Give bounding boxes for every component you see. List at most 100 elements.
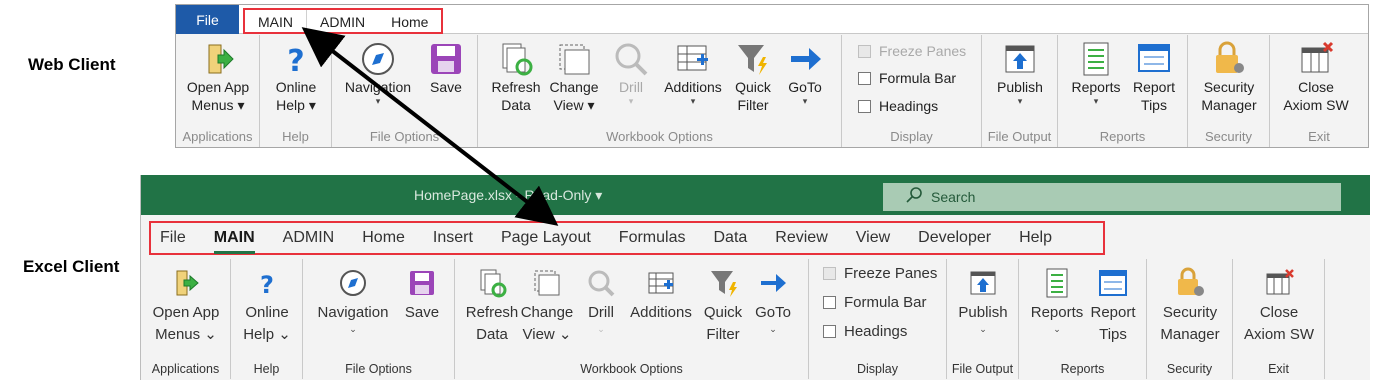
excel-group-label-reports: Reports: [1060, 362, 1105, 376]
excel-change-view-button[interactable]: Change View ⌄: [519, 265, 575, 345]
drill-icon: [583, 265, 619, 301]
web-save-button[interactable]: Save: [420, 41, 472, 95]
filter-icon: [705, 265, 741, 301]
excel-publish-button[interactable]: Publish ⌄: [953, 265, 1013, 335]
menu-formulas[interactable]: Formulas: [619, 229, 686, 247]
web-additions-button[interactable]: Additions ▾: [660, 41, 726, 107]
save-icon: [404, 265, 440, 301]
excel-title-bar: HomePage.xlsx - Read-Only ▾ Search: [141, 175, 1370, 215]
question-icon: ?: [249, 265, 285, 301]
excel-drill-button[interactable]: Drill ⌄: [577, 265, 625, 335]
excel-ribbon: Open App Menus ⌄ Applications ? Online H…: [141, 259, 1370, 379]
excel-close-axiom-button[interactable]: Close Axiom SW: [1239, 265, 1319, 345]
menu-admin[interactable]: ADMIN: [283, 229, 335, 247]
web-ribbon: Open App Menus ▾ Applications ? Online H…: [176, 35, 1368, 147]
excel-formula-bar-checkbox[interactable]: Formula Bar: [823, 294, 927, 311]
web-group-workbook-options: Refresh Data Change View ▾ Drill ▾ Addit…: [478, 35, 842, 147]
compass-icon: [335, 265, 371, 301]
reports-icon: [1039, 265, 1075, 301]
web-group-label-exit: Exit: [1308, 129, 1330, 144]
excel-report-tips-button[interactable]: Report Tips: [1087, 265, 1139, 345]
web-freeze-panes-checkbox[interactable]: Freeze Panes: [858, 43, 966, 59]
menu-help[interactable]: Help: [1019, 229, 1052, 247]
excel-freeze-panes-checkbox[interactable]: Freeze Panes: [823, 265, 937, 282]
excel-group-exit: Close Axiom SW Exit: [1233, 259, 1325, 379]
excel-reports-button[interactable]: Reports ⌄: [1027, 265, 1087, 335]
web-goto-button[interactable]: GoTo ▾: [782, 41, 828, 107]
excel-headings-checkbox[interactable]: Headings: [823, 323, 907, 340]
excel-navigation-button[interactable]: Navigation ⌄: [313, 265, 393, 335]
web-drill-button[interactable]: Drill ▾: [606, 41, 656, 107]
change-view-icon: [529, 265, 565, 301]
web-tab-main[interactable]: MAIN: [245, 10, 307, 32]
search-box[interactable]: Search: [883, 183, 1341, 211]
menu-main[interactable]: MAIN: [213, 229, 255, 254]
refresh-icon: [474, 265, 510, 301]
excel-save-button[interactable]: Save: [397, 265, 447, 323]
web-group-display: Freeze Panes Formula Bar Headings Displa…: [842, 35, 982, 147]
excel-group-workbook-options: Refresh Data Change View ⌄ Drill ⌄ Addit…: [455, 259, 809, 379]
web-tab-home[interactable]: Home: [378, 10, 441, 32]
search-placeholder: Search: [931, 189, 976, 205]
web-open-app-menus-button[interactable]: Open App Menus ▾: [182, 41, 254, 113]
web-group-label-workbook-options: Workbook Options: [606, 129, 713, 144]
menu-data[interactable]: Data: [713, 229, 747, 247]
menu-view[interactable]: View: [856, 229, 890, 247]
excel-refresh-data-button[interactable]: Refresh Data: [463, 265, 521, 345]
menu-review[interactable]: Review: [775, 229, 827, 247]
publish-icon: [965, 265, 1001, 301]
excel-quick-filter-button[interactable]: Quick Filter: [699, 265, 747, 345]
web-tab-bar: File MAIN ADMIN Home: [176, 5, 1368, 34]
web-group-label-reports: Reports: [1099, 129, 1146, 144]
question-icon: ?: [278, 41, 314, 77]
compass-icon: [360, 41, 396, 77]
close-icon: [1298, 41, 1334, 77]
excel-security-manager-button[interactable]: Security Manager: [1153, 265, 1227, 345]
web-change-view-button[interactable]: Change View ▾: [546, 41, 602, 113]
web-tabs-highlight: MAIN ADMIN Home: [243, 8, 444, 34]
web-online-help-button[interactable]: ? Online Help ▾: [266, 41, 326, 113]
web-security-manager-button[interactable]: Security Manager: [1194, 41, 1264, 113]
web-tab-admin[interactable]: ADMIN: [307, 10, 378, 32]
web-publish-button[interactable]: Publish ▾: [988, 41, 1052, 107]
web-group-exit: Close Axiom SW Exit: [1270, 35, 1368, 147]
excel-group-label-file-options: File Options: [345, 362, 412, 376]
menu-page-layout[interactable]: Page Layout: [501, 229, 591, 247]
refresh-icon: [498, 41, 534, 77]
excel-group-security: Security Manager Security: [1147, 259, 1233, 379]
report-tips-icon: [1136, 41, 1172, 77]
menu-developer[interactable]: Developer: [918, 229, 991, 247]
web-client-label: Web Client: [28, 55, 116, 74]
excel-additions-button[interactable]: Additions: [625, 265, 697, 323]
change-view-icon: [556, 41, 592, 77]
document-title[interactable]: HomePage.xlsx - Read-Only ▾: [414, 187, 602, 204]
publish-icon: [1002, 41, 1038, 77]
excel-goto-button[interactable]: GoTo ⌄: [749, 265, 797, 335]
excel-online-help-button[interactable]: ? Online Help ⌄: [237, 265, 297, 345]
web-file-tab[interactable]: File: [176, 5, 239, 34]
web-group-label-file-options: File Options: [369, 129, 440, 144]
menu-file[interactable]: File: [160, 229, 186, 247]
web-quick-filter-button[interactable]: Quick Filter: [730, 41, 776, 113]
web-close-axiom-button[interactable]: Close Axiom SW: [1278, 41, 1354, 113]
menu-insert[interactable]: Insert: [433, 229, 473, 247]
web-reports-button[interactable]: Reports ▾: [1066, 41, 1126, 107]
excel-group-label-file-output: File Output: [951, 362, 1014, 376]
lock-icon: [1211, 41, 1247, 77]
web-headings-checkbox[interactable]: Headings: [858, 98, 938, 114]
web-navigation-button[interactable]: Navigation ▾: [342, 41, 414, 107]
web-refresh-data-button[interactable]: Refresh Data: [488, 41, 544, 113]
excel-menu-bar: File MAIN ADMIN Home Insert Page Layout …: [149, 221, 1105, 255]
menu-home[interactable]: Home: [362, 229, 405, 247]
arrow-right-icon: [787, 41, 823, 77]
excel-open-app-menus-button[interactable]: Open App Menus ⌄: [147, 265, 225, 345]
web-report-tips-button[interactable]: Report Tips: [1128, 41, 1180, 113]
save-icon: [428, 41, 464, 77]
web-group-label-file-output: File Output: [987, 129, 1052, 144]
lock-icon: [1172, 265, 1208, 301]
web-group-label-display: Display: [890, 129, 933, 144]
reports-icon: [1078, 41, 1114, 77]
web-client-window: File MAIN ADMIN Home Open App Menus ▾ Ap…: [175, 4, 1369, 148]
web-formula-bar-checkbox[interactable]: Formula Bar: [858, 70, 956, 86]
excel-group-help: ? Online Help ⌄ Help: [231, 259, 303, 379]
